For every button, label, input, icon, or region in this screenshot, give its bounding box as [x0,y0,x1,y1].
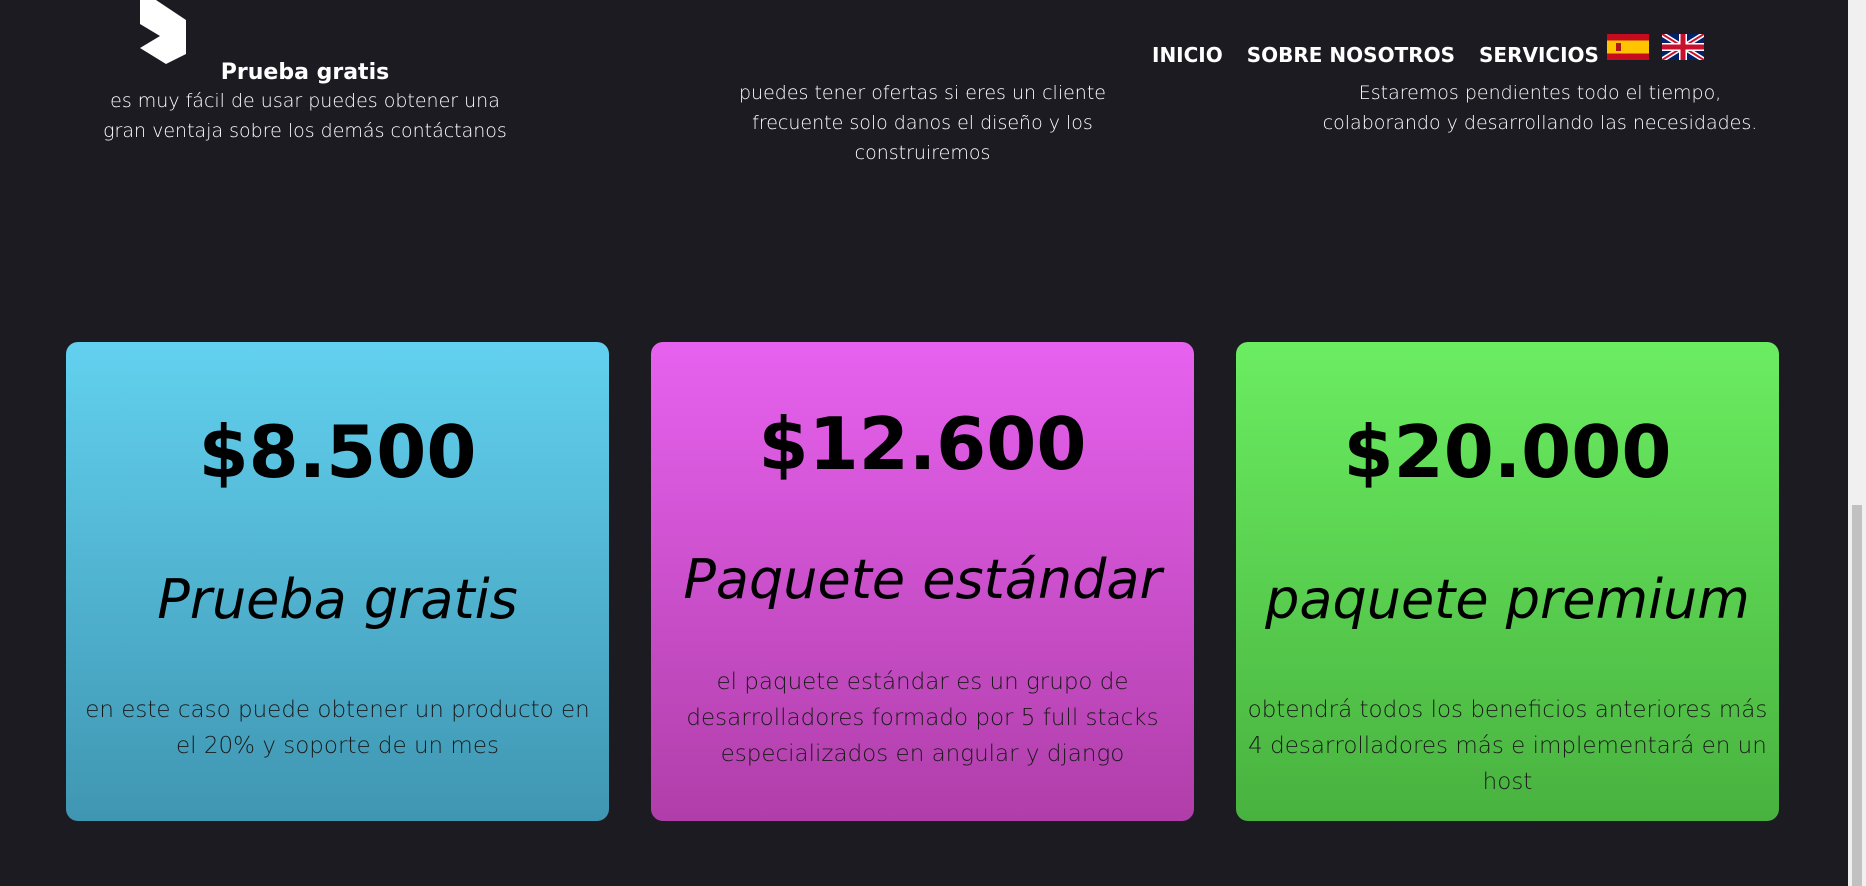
package-name: Prueba gratis [157,568,518,631]
scrollbar-thumb[interactable] [1852,505,1862,886]
feature-title: Prueba gratis [220,60,390,85]
feature-text: Estaremos pendientes todo el tiempo, col… [1322,82,1758,134]
feature-free-trial: Prueba gratis es muy fácil de usar puede… [88,60,522,146]
main-nav: INICIO SOBRE NOSOTROS SERVICIOS [1152,43,1623,67]
package-description: en este caso puede obtener un producto e… [85,697,590,759]
logo-icon[interactable] [136,0,186,64]
feature-text: puedes tener ofertas si eres un cliente … [739,82,1106,164]
package-description: el paquete estándar es un grupo de desar… [686,669,1159,767]
feature-text: es muy fácil de usar puedes obtener una … [103,90,507,142]
package-description: obtendrá todos los beneficios anteriores… [1247,697,1768,795]
feature-support: Estaremos pendientes todo el tiempo, col… [1320,78,1760,138]
page-scrollbar[interactable] [1848,0,1866,886]
price: $12.600 [758,402,1087,486]
spain-flag-icon[interactable] [1607,34,1649,60]
uk-flag-icon[interactable] [1660,31,1706,63]
feature-offers: puedes tener ofertas si eres un cliente … [720,78,1125,168]
package-name: paquete premium [1265,568,1750,631]
nav-servicios[interactable]: SERVICIOS [1479,43,1599,67]
pricing-card-standard: $12.600 Paquete estándar el paquete está… [651,342,1194,821]
price: $8.500 [198,410,477,494]
package-name: Paquete estándar [683,548,1162,611]
nav-inicio[interactable]: INICIO [1152,43,1223,67]
nav-sobre-nosotros[interactable]: SOBRE NOSOTROS [1247,43,1455,67]
pricing-card-premium: $20.000 paquete premium obtendrá todos l… [1236,342,1779,821]
price: $20.000 [1343,410,1672,494]
pricing-card-free-trial: $8.500 Prueba gratis en este caso puede … [66,342,609,821]
